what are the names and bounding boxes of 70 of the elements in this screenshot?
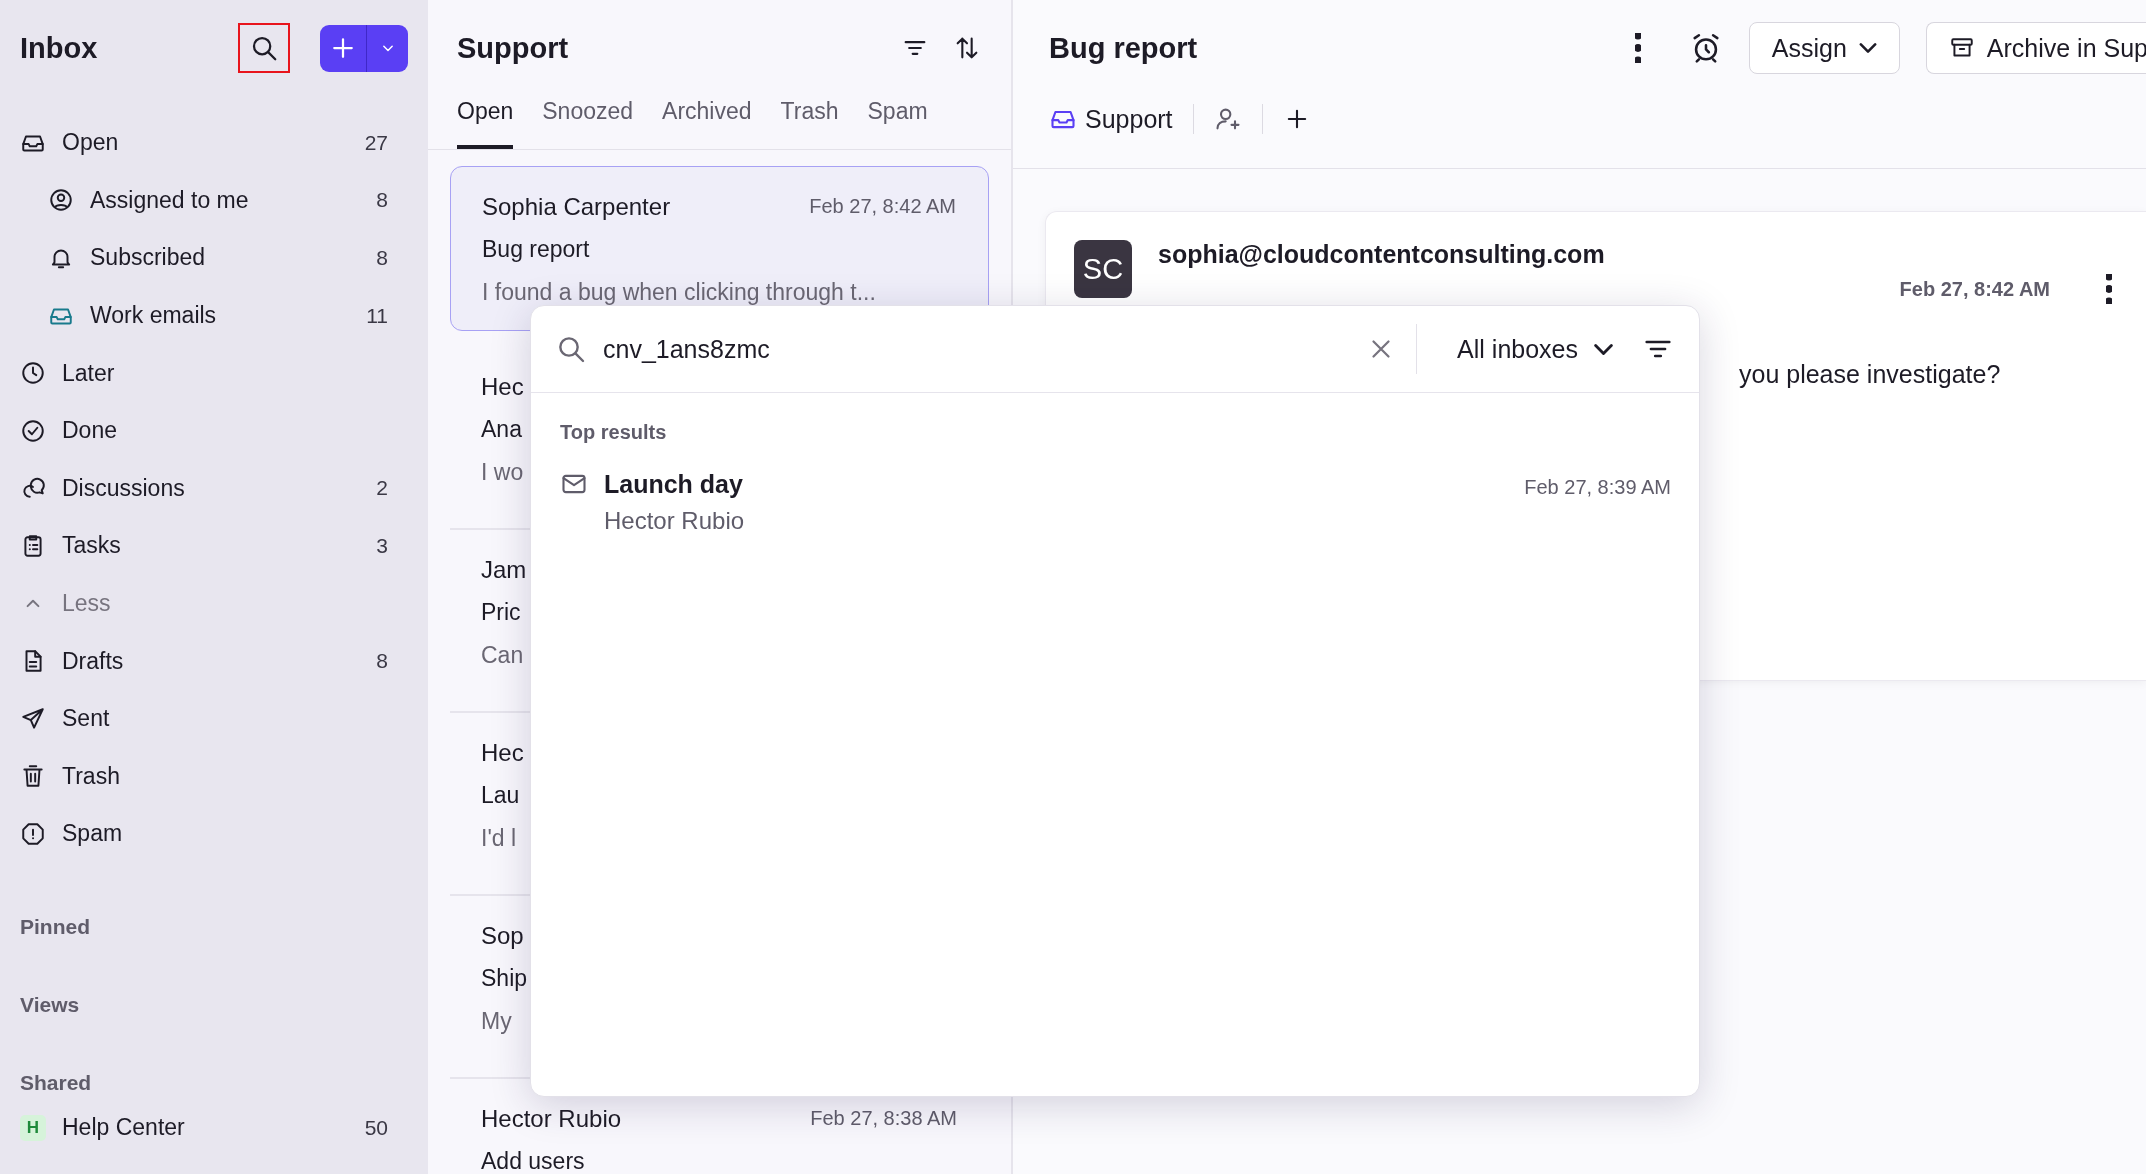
sender-name: Hector Rubio: [481, 1104, 622, 1133]
nav-item[interactable]: Tasks 3: [20, 517, 408, 575]
nav-item[interactable]: Trash: [20, 747, 408, 806]
tab[interactable]: Snoozed: [542, 88, 634, 149]
nav-item[interactable]: Spam: [20, 805, 408, 863]
scope-dropdown[interactable]: All inboxes: [1416, 324, 1641, 374]
clock-icon: [20, 360, 46, 387]
nav-item[interactable]: Drafts 8: [20, 632, 408, 690]
nav-item[interactable]: H Help Center 50: [20, 1098, 408, 1157]
nav-item[interactable]: Work emails 11: [20, 286, 408, 345]
section-heading: Shared: [20, 1069, 93, 1096]
alert-octagon-icon: [20, 820, 46, 847]
section-heading: Views: [20, 991, 81, 1018]
assign-button[interactable]: Assign: [1748, 22, 1900, 74]
tab[interactable]: Spam: [867, 88, 928, 149]
avatar: SC: [1074, 240, 1132, 298]
section-heading: Pinned: [20, 913, 91, 940]
more-button[interactable]: [1634, 33, 1641, 63]
paper-plane-icon: [20, 705, 46, 732]
nav-item[interactable]: Discussions 2: [20, 459, 408, 518]
inbox-badge: H: [20, 1114, 46, 1141]
more-button[interactable]: [2106, 274, 2112, 304]
section-heading: Top results: [559, 420, 668, 444]
kebab-icon: [2106, 274, 2112, 304]
person-circle-icon: [48, 187, 74, 214]
subject: Add users: [481, 1148, 585, 1174]
chevron-icon: [1594, 343, 1613, 355]
subject: Pric: [481, 599, 521, 626]
nav-item[interactable]: Subscribed 8: [20, 229, 408, 287]
nav-item[interactable]: Done: [20, 401, 408, 460]
sender-name: Sop: [481, 921, 524, 950]
message-preview: I found a bug when clicking through t...: [482, 279, 876, 306]
tab[interactable]: Archived: [662, 88, 752, 149]
subject: Ship: [481, 965, 528, 992]
nav-item[interactable]: Later: [20, 344, 408, 402]
sender-email: sophia@cloudcontentconsulting.com: [1158, 239, 1606, 269]
timestamp: Feb 27, 8:38 AM: [810, 1107, 957, 1130]
check-circle-icon: [20, 417, 46, 444]
subject: Ana: [481, 416, 522, 443]
nav-item[interactable]: Open 27: [20, 114, 408, 172]
nav-item[interactable]: Assigned to me 8: [20, 171, 408, 230]
trash-icon: [20, 763, 46, 790]
tab[interactable]: Trash: [780, 88, 839, 149]
subject: Bug report: [482, 236, 590, 263]
sender-name: Hec: [481, 372, 524, 401]
chevron-icon: [1858, 43, 1877, 53]
search-field[interactable]: cnv_1ans8zmc: [603, 334, 1367, 364]
kebab-icon: [1634, 33, 1641, 63]
tab[interactable]: Open: [457, 88, 514, 149]
archive-button[interactable]: Archive in Sup: [1925, 22, 2146, 74]
message-preview: I wo: [481, 459, 524, 486]
message-body: you please investigate?: [1739, 360, 2002, 389]
sender-name: Sophia Carpenter: [482, 192, 671, 221]
sender-name: Hec: [481, 738, 524, 767]
compose-button[interactable]: [320, 24, 408, 72]
sidebar-title: Inbox: [20, 31, 99, 65]
message-preview: My: [481, 1008, 512, 1035]
list-title: Support: [457, 31, 570, 65]
inbox-tag[interactable]: Support: [1049, 104, 1193, 134]
collapse-toggle[interactable]: Less: [20, 574, 408, 633]
search-button[interactable]: [238, 23, 290, 73]
nav-item[interactable]: Sent: [20, 689, 408, 748]
timestamp: Feb 27, 8:42 AM: [809, 195, 956, 218]
timestamp: Feb 27, 8:42 AM: [1899, 278, 2050, 301]
subject: Lau: [481, 782, 520, 809]
search-result[interactable]: Launch day Hector Rubio Feb 27, 8:39 AM: [531, 444, 1699, 535]
conversation-title: Bug report: [1049, 31, 1199, 65]
sender-name: Jam: [481, 555, 527, 584]
message-preview: Can: [481, 642, 524, 669]
message-preview: I'd l: [481, 825, 517, 852]
